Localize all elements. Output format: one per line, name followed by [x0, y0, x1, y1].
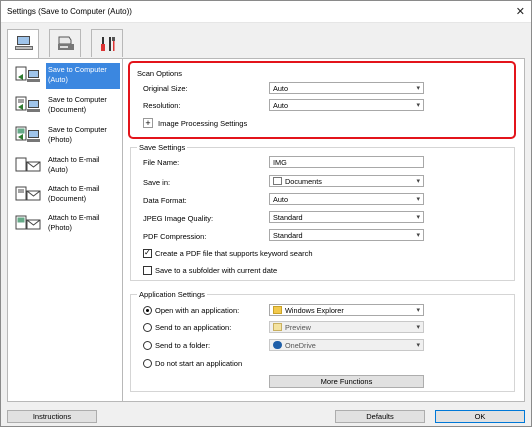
send-to-application-radio[interactable] — [143, 323, 152, 332]
scan-type-list: Save to Computer (Auto) Save to Computer(… — [7, 58, 123, 402]
defaults-button[interactable]: Defaults — [335, 410, 425, 423]
list-item-sublabel: (Photo) — [48, 134, 72, 144]
file-name-input[interactable]: IMG — [269, 156, 424, 168]
jpeg-quality-label: JPEG Image Quality: — [143, 214, 214, 223]
list-item-save-to-computer-document[interactable]: Save to Computer (Document) — [9, 92, 121, 120]
keyword-search-checkbox[interactable] — [143, 248, 152, 258]
list-item-save-to-computer-photo[interactable]: Save to Computer (Photo) — [9, 122, 121, 150]
settings-window: Settings (Save to Computer (Auto)) ✕ Sav… — [0, 0, 532, 427]
title-bar: Settings (Save to Computer (Auto)) ✕ — [1, 1, 531, 23]
jpeg-quality-value: Standard — [273, 213, 303, 222]
file-name-label: File Name: — [143, 158, 180, 167]
save-to-computer-photo-icon — [15, 126, 40, 142]
subfolder-label: Save to a subfolder with current date — [155, 266, 278, 275]
list-item-sublabel: (Auto) — [48, 164, 68, 174]
list-item-label: Save to Computer — [48, 125, 107, 134]
send-to-folder-label: Send to a folder: — [155, 341, 211, 350]
save-in-select[interactable]: Documents ▾ — [269, 175, 424, 187]
subfolder-checkbox[interactable] — [143, 266, 152, 275]
instructions-button[interactable]: Instructions — [7, 410, 97, 423]
send-to-folder-select[interactable]: OneDrive ▾ — [269, 339, 424, 351]
tab-scan-from-computer[interactable] — [7, 29, 39, 59]
list-item-label: Save to Computer — [48, 65, 107, 74]
list-item-attach-email-auto[interactable]: Attach to E-mail (Auto) — [9, 152, 121, 180]
list-item-label: Attach to E-mail — [48, 155, 100, 164]
list-item-sublabel: (Photo) — [48, 222, 72, 232]
documents-folder-icon — [273, 177, 282, 185]
list-item-save-to-computer-auto[interactable]: Save to Computer (Auto) — [9, 62, 121, 90]
send-to-folder-value: OneDrive — [285, 341, 316, 350]
chevron-down-icon: ▾ — [416, 232, 420, 239]
chevron-down-icon: ▾ — [416, 178, 420, 185]
list-item-label: Save to Computer — [48, 95, 107, 104]
jpeg-quality-select[interactable]: Standard ▾ — [269, 211, 424, 223]
chevron-down-icon: ▾ — [416, 324, 420, 331]
window-title: Settings (Save to Computer (Auto)) — [7, 7, 132, 16]
save-to-computer-icon — [15, 66, 40, 82]
chevron-down-icon: ▾ — [416, 196, 420, 203]
save-settings-title: Save Settings — [137, 143, 188, 152]
list-item-sublabel: (Document) — [48, 193, 87, 203]
do-not-start-radio[interactable] — [143, 359, 152, 368]
data-format-value: Auto — [273, 195, 289, 204]
chevron-down-icon: ▾ — [416, 307, 420, 314]
file-name-value: IMG — [273, 158, 287, 167]
ok-button[interactable]: OK — [435, 410, 525, 423]
folder-icon — [273, 306, 282, 314]
close-icon[interactable]: ✕ — [516, 5, 525, 18]
list-item-label: Attach to E-mail — [48, 213, 100, 222]
list-item-attach-email-document[interactable]: Attach to E-mail (Document) — [9, 181, 121, 209]
general-settings-tools-icon — [101, 37, 115, 51]
chevron-down-icon: ▾ — [416, 214, 420, 221]
scanner-from-computer-icon — [15, 36, 33, 50]
scanner-operation-panel-icon — [58, 36, 74, 50]
attach-to-email-photo-icon — [15, 215, 41, 230]
keyword-search-label: Create a PDF file that supports keyword … — [155, 249, 313, 258]
attach-to-email-document-icon — [15, 186, 41, 201]
open-with-select[interactable]: Windows Explorer ▾ — [269, 304, 424, 316]
tab-scan-from-operation-panel[interactable] — [49, 29, 81, 57]
highlight-box — [128, 61, 516, 139]
do-not-start-label: Do not start an application — [155, 359, 243, 368]
list-item-label: Attach to E-mail — [48, 184, 100, 193]
data-format-label: Data Format: — [143, 196, 187, 205]
more-functions-button[interactable]: More Functions — [269, 375, 424, 388]
attach-to-email-icon — [15, 157, 41, 172]
pdf-compression-value: Standard — [273, 231, 303, 240]
save-in-label: Save in: — [143, 178, 171, 187]
send-to-application-select[interactable]: Preview ▾ — [269, 321, 424, 333]
send-to-application-value: Preview — [285, 323, 311, 332]
application-settings-title: Application Settings — [137, 290, 207, 299]
open-with-label: Open with an application: — [155, 306, 240, 315]
save-in-value: Documents — [285, 177, 322, 186]
pdf-compression-label: PDF Compression: — [143, 232, 207, 241]
list-item-sublabel: (Auto) — [48, 74, 68, 84]
tab-general-settings[interactable] — [91, 29, 123, 57]
preview-icon — [273, 323, 282, 331]
open-with-radio[interactable] — [143, 306, 152, 315]
chevron-down-icon: ▾ — [416, 342, 420, 349]
data-format-select[interactable]: Auto ▾ — [269, 193, 424, 205]
send-to-application-label: Send to an application: — [155, 323, 232, 332]
send-to-folder-radio[interactable] — [143, 341, 152, 350]
save-to-computer-document-icon — [15, 96, 40, 112]
list-item-attach-email-photo[interactable]: Attach to E-mail (Photo) — [9, 210, 121, 238]
onedrive-icon — [273, 341, 282, 349]
list-item-sublabel: (Document) — [48, 104, 87, 114]
open-with-value: Windows Explorer — [285, 306, 344, 315]
pdf-compression-select[interactable]: Standard ▾ — [269, 229, 424, 241]
